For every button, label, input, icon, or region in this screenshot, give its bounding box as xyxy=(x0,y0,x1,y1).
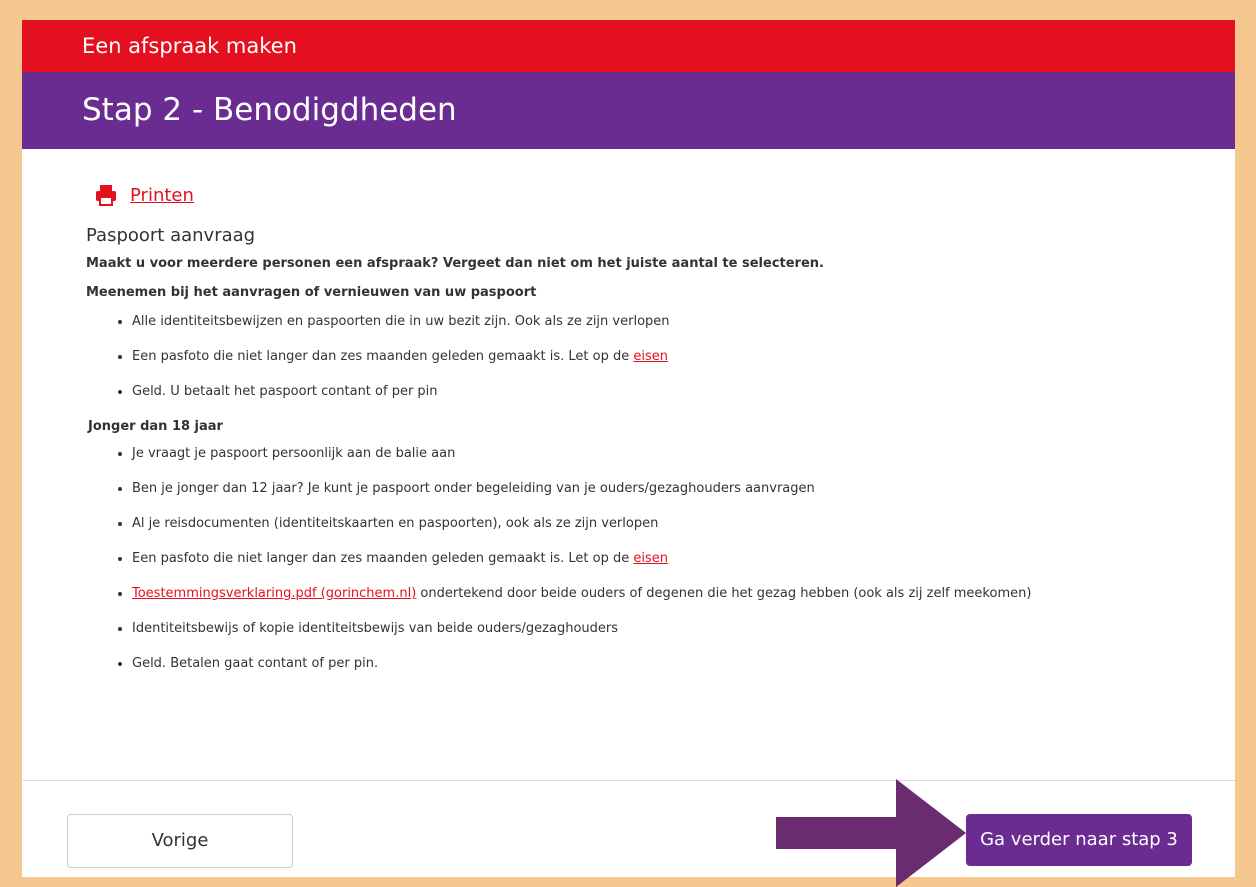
list-item: Alle identiteitsbewijzen en paspoorten d… xyxy=(132,314,1235,329)
app-title-bar: Een afspraak maken xyxy=(22,20,1235,72)
minor-heading: Jonger dan 18 jaar xyxy=(88,419,223,434)
list-item: Een pasfoto die niet langer dan zes maan… xyxy=(132,551,1235,566)
step-title: Stap 2 - Benodigdheden xyxy=(82,92,457,128)
print-link[interactable]: Printen xyxy=(130,185,194,206)
app-title: Een afspraak maken xyxy=(82,34,297,58)
list-item: Geld. U betaalt het paspoort contant of … xyxy=(132,384,1235,399)
bring-heading: Meenemen bij het aanvragen of vernieuwen… xyxy=(86,285,537,300)
minor-list: Je vraagt je paspoort persoonlijk aan de… xyxy=(86,446,1235,671)
list-item: Je vraagt je paspoort persoonlijk aan de… xyxy=(132,446,1235,461)
next-step-button[interactable]: Ga verder naar stap 3 xyxy=(966,814,1192,866)
list-item: Ben je jonger dan 12 jaar? Je kunt je pa… xyxy=(132,481,1235,496)
arrow-pointer-icon xyxy=(776,779,966,887)
multiple-persons-notice: Maakt u voor meerdere personen een afspr… xyxy=(86,256,824,271)
dialog-frame: Een afspraak maken Stap 2 - Benodigdhede… xyxy=(22,20,1235,877)
list-item: Geld. Betalen gaat contant of per pin. xyxy=(132,656,1235,671)
eisen-link[interactable]: eisen xyxy=(633,551,668,566)
list-item: Al je reisdocumenten (identiteitskaarten… xyxy=(132,516,1235,531)
step-title-bar: Stap 2 - Benodigdheden xyxy=(22,72,1235,149)
section-title: Paspoort aanvraag xyxy=(86,225,256,246)
list-item: Identiteitsbewijs of kopie identiteitsbe… xyxy=(132,621,1235,636)
consent-form-link[interactable]: Toestemmingsverklaring.pdf (gorinchem.nl… xyxy=(132,586,416,601)
list-item: Een pasfoto die niet langer dan zes maan… xyxy=(132,349,1235,364)
list-item: Toestemmingsverklaring.pdf (gorinchem.nl… xyxy=(132,586,1235,601)
previous-button[interactable]: Vorige xyxy=(67,814,293,868)
eisen-link[interactable]: eisen xyxy=(633,349,668,364)
bring-list: Alle identiteitsbewijzen en paspoorten d… xyxy=(86,314,1235,399)
printer-icon[interactable] xyxy=(94,183,118,207)
content-area: Printen Paspoort aanvraag Maakt u voor m… xyxy=(22,149,1235,672)
print-row[interactable]: Printen xyxy=(86,181,1235,209)
footer-bar: Vorige Ga verder naar stap 3 xyxy=(22,780,1235,877)
